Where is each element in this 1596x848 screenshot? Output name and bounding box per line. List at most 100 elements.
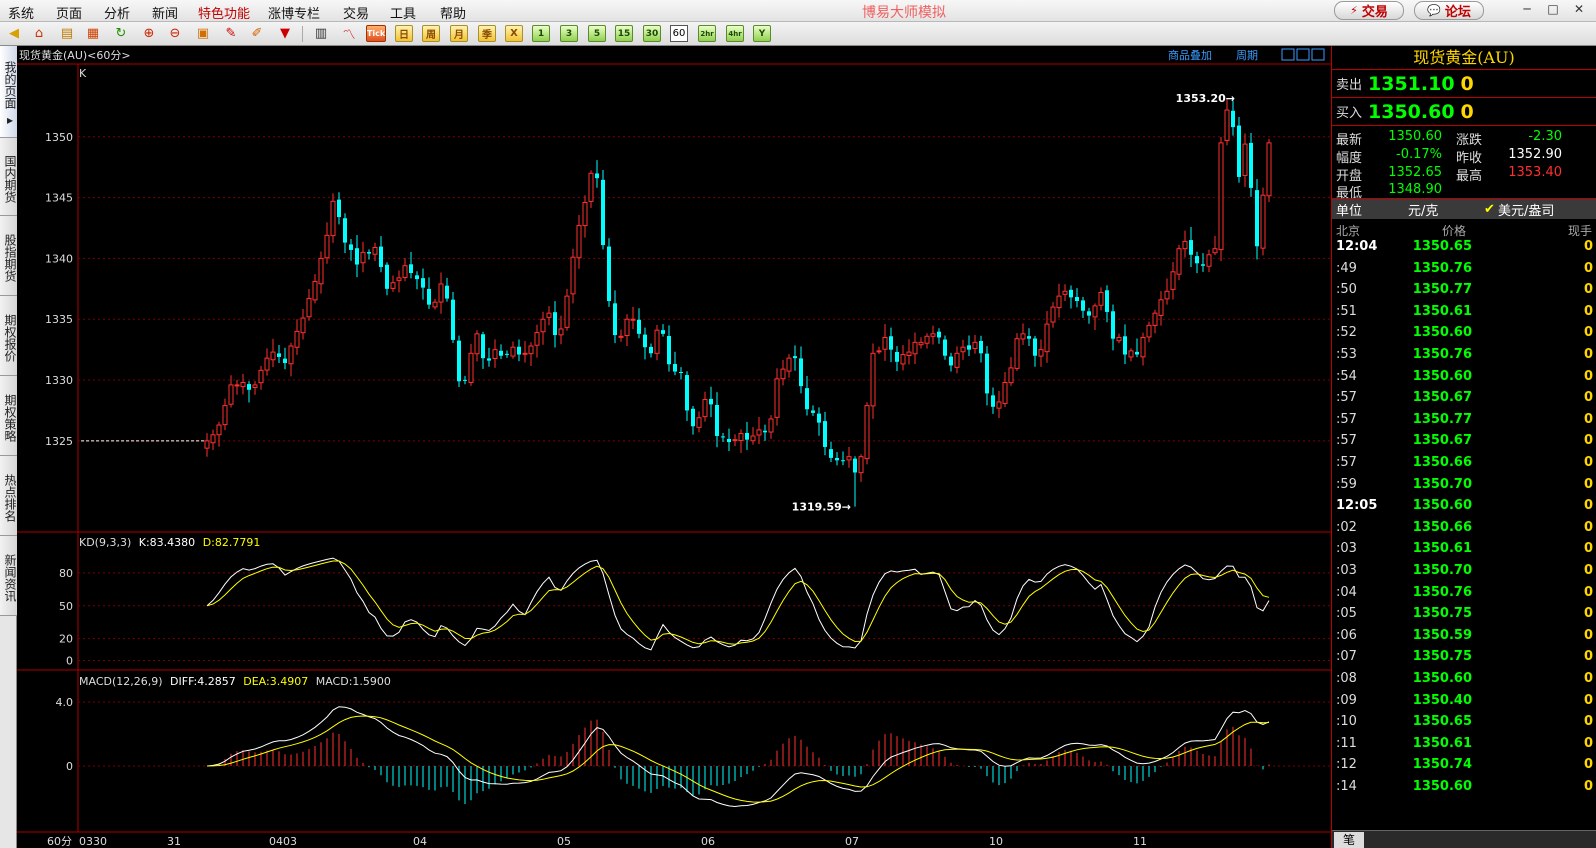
tick-row: 12:05 1350.60 0	[1332, 498, 1596, 519]
paint-icon[interactable]: ✐	[248, 25, 266, 42]
period-15-button[interactable]: 15	[615, 25, 633, 42]
shrink-left-icon[interactable]	[1281, 48, 1295, 61]
period-day-button[interactable]: 日	[395, 25, 413, 42]
kd-legend: KD(9,3,3) K:83.4380 D:82.7791	[79, 536, 260, 549]
period-year-button[interactable]: Y	[753, 25, 771, 42]
ticks-tab[interactable]: 笔	[1334, 832, 1364, 848]
unit-option[interactable]: 美元/盎司	[1498, 200, 1554, 219]
refresh-icon[interactable]: ↻	[112, 25, 130, 42]
trade-button[interactable]: ⚡ 交易	[1334, 1, 1404, 20]
menu-system[interactable]: 系统	[8, 3, 34, 22]
lightning-icon: ⚡	[1350, 4, 1358, 17]
home-icon[interactable]: ⌂	[30, 25, 48, 42]
candle-body	[1111, 311, 1115, 339]
maximize-icon[interactable]: □	[1544, 2, 1562, 18]
candle-body	[972, 341, 978, 349]
chart-area[interactable]: 现货黄金(AU)<60分> 商品叠加 周期 K 1325 1330 1335 1340…	[17, 46, 1331, 848]
candle-body	[445, 285, 449, 299]
period-week-button[interactable]: 周	[422, 25, 440, 42]
chart-canvas[interactable]: 现货黄金(AU)<60分> 商品叠加 周期 K 1325 1330 1335 1340…	[17, 46, 1331, 848]
candle-body	[1081, 300, 1085, 311]
period-2hr-button[interactable]: 2hr	[698, 25, 716, 42]
period-5-button[interactable]: 5	[588, 25, 606, 42]
sidetab-options-quote[interactable]: 期权报价	[0, 296, 17, 376]
report-icon[interactable]: ▦	[84, 25, 102, 42]
sidetab-news[interactable]: 新闻资讯	[0, 536, 17, 616]
candle-body	[330, 200, 336, 237]
tick-price: 1350.77	[1412, 282, 1472, 298]
sell-row[interactable]: 卖出 1351.10 0	[1332, 70, 1596, 98]
menu-help[interactable]: 帮助	[440, 3, 466, 22]
candle-body	[277, 353, 281, 357]
kd-k-value: K:83.4380	[139, 536, 195, 549]
zoom-in-icon[interactable]: ⊕	[140, 25, 158, 42]
period-4hr-button[interactable]: 4hr	[726, 25, 744, 42]
sidetab-hot-ranking[interactable]: 热点排名	[0, 456, 17, 536]
candle-body	[1158, 299, 1164, 316]
candle-body	[979, 340, 983, 354]
sidetab-domestic-futures[interactable]: 国内期货	[0, 138, 17, 216]
tick-row: :51 1350.61 0	[1332, 304, 1596, 325]
tick-price: 1350.60	[1412, 325, 1472, 341]
unit-value[interactable]: 元/克	[1408, 200, 1438, 219]
candle-body	[930, 333, 936, 337]
arrow-left-icon[interactable]: ◀	[5, 25, 23, 42]
period-3-button[interactable]: 3	[560, 25, 578, 42]
expand-icon[interactable]	[1296, 48, 1310, 61]
chart-line-icon[interactable]: 〽	[340, 25, 358, 43]
menu-tools[interactable]: 工具	[390, 3, 416, 22]
candle-body	[1008, 367, 1014, 384]
table-icon[interactable]: ▥	[312, 25, 330, 42]
menu-column[interactable]: 涨博专栏	[268, 3, 320, 22]
quote-stats: 最新 1350.60 涨跌 -2.30 幅度 -0.17% 昨收 1352.90…	[1332, 126, 1596, 201]
candle-body	[613, 303, 617, 336]
buy-row[interactable]: 买入 1350.60 0	[1332, 98, 1596, 126]
period-month-button[interactable]: 月	[450, 25, 468, 42]
ticks-header-price: 价格	[1442, 224, 1467, 238]
tick-price: 1350.75	[1412, 649, 1472, 665]
menu-features[interactable]: 特色功能	[198, 3, 250, 22]
tick-row: :57 1350.77 0	[1332, 412, 1596, 433]
sidetab-options-strategy[interactable]: 期权策略	[0, 376, 17, 456]
period-quarter-button[interactable]: 季	[478, 25, 496, 42]
candle-body	[654, 329, 660, 354]
period-x-button[interactable]: X	[505, 25, 523, 42]
tick-time: 12:04	[1336, 239, 1378, 254]
period-60-button[interactable]: 60	[670, 25, 688, 42]
kd-label: KD(9,3,3)	[79, 536, 131, 549]
candle-body	[396, 277, 402, 281]
close-icon[interactable]: ✕	[1570, 2, 1588, 18]
menu-page[interactable]: 页面	[56, 3, 82, 22]
candle-body	[924, 335, 930, 344]
zoom-out-icon[interactable]: ⊖	[166, 25, 184, 42]
forum-button[interactable]: 💬 论坛	[1414, 1, 1484, 20]
tick-time: :03	[1336, 563, 1357, 578]
stat-change-label: 涨跌	[1456, 133, 1483, 148]
tick-time: :50	[1336, 282, 1357, 298]
database-icon[interactable]: ▤	[58, 25, 76, 42]
overlay-link[interactable]: 商品叠加	[1168, 48, 1212, 62]
window-icon[interactable]: ▣	[194, 25, 212, 42]
sidetab-my-page[interactable]: 我的页面 ▸	[0, 46, 17, 138]
period-link[interactable]: 周期	[1236, 49, 1258, 62]
filter-icon[interactable]: ▼	[276, 25, 294, 42]
shrink-right-icon[interactable]	[1311, 48, 1325, 61]
menu-trade[interactable]: 交易	[343, 3, 369, 22]
period-1-button[interactable]: 1	[532, 25, 550, 42]
x-tick-label: 07	[845, 835, 859, 848]
candle-body	[732, 439, 738, 442]
sidetab-index-futures[interactable]: 股指期货	[0, 216, 17, 296]
menu-news[interactable]: 新闻	[152, 3, 178, 22]
candle-body	[1135, 351, 1139, 355]
candle-body	[858, 456, 864, 474]
period-30-button[interactable]: 30	[643, 25, 661, 42]
tick-button[interactable]: Tick	[366, 25, 386, 42]
candle-body	[895, 351, 899, 362]
menu-analysis[interactable]: 分析	[104, 3, 130, 22]
tick-qty: 0	[1583, 757, 1593, 773]
candle-body	[853, 458, 857, 473]
kd-tick-label: 20	[59, 633, 73, 646]
ticks-list[interactable]: 12:04 1350.65 0:49 1350.76 0:50 1350.77 0:51 13…	[1332, 239, 1596, 839]
minimize-icon[interactable]: ─	[1518, 2, 1536, 18]
pencil-icon[interactable]: ✎	[222, 25, 240, 42]
